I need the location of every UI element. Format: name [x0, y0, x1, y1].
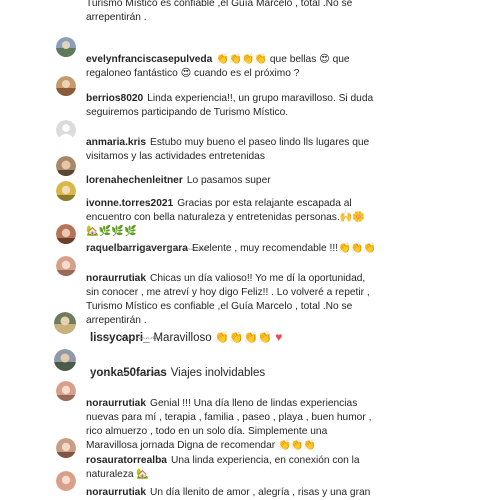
comment-body: berrios8020 Linda experiencia!!, un grupo…	[86, 78, 386, 120]
comment-text: Maravilloso 👏👏👏👏	[153, 332, 276, 344]
comment-text: Exelente , muy recomendable !!!👏👏👏	[191, 243, 377, 254]
avatar[interactable]	[56, 37, 76, 57]
comment-text: Un día llenito de amor , alegría , risas…	[150, 487, 371, 498]
comment-body: yonka50farias Viajes inolvidables	[90, 351, 390, 381]
comment-username[interactable]: ivonne.torres2021	[86, 198, 173, 209]
comment-body: evelynfranciscasepulveda 👏👏👏👏 que bellas …	[86, 39, 386, 81]
comment-username[interactable]: noraurrutiak	[86, 487, 146, 498]
comment-text: Viajes inolvidables	[170, 367, 266, 379]
avatar[interactable]	[54, 312, 76, 334]
avatar[interactable]	[56, 256, 76, 276]
avatar[interactable]	[56, 120, 76, 140]
heart-emoji: ♥	[275, 330, 283, 344]
comment-body: lissycapri_ Maravilloso 👏👏👏👏 ♥	[90, 315, 390, 346]
avatar[interactable]	[54, 349, 76, 371]
avatar[interactable]	[56, 471, 76, 491]
comment-username[interactable]: noraurrutiak	[86, 398, 146, 409]
comment-username[interactable]: anmaria.kris	[86, 137, 146, 148]
avatar[interactable]	[56, 156, 76, 176]
comment-meta: 1 sem · Responder	[90, 334, 163, 339]
avatar[interactable]	[56, 76, 76, 96]
avatar[interactable]	[56, 381, 76, 401]
comment-username[interactable]: noraurrutiak	[86, 273, 146, 284]
avatar[interactable]	[56, 224, 76, 244]
avatar[interactable]	[56, 438, 76, 458]
comment-meta: 1 sem · 1 Me gusta · Responder	[86, 245, 208, 250]
comment-username[interactable]: evelynfranciscasepulveda	[86, 54, 212, 65]
avatar[interactable]	[56, 181, 76, 201]
comment-body: noraurrutiak Un día llenito de amor , ale…	[86, 472, 386, 500]
comment-text-continued: Turismo Místico es confiable ,el Guía Ma…	[86, 0, 353, 23]
comment-username[interactable]: rosauratorrealba	[86, 455, 167, 466]
comment-username[interactable]: berrios8020	[86, 93, 143, 104]
comment-body: raquelbarrigavergara Exelente , muy recom…	[86, 228, 386, 256]
comment-body: anmaria.kris Estubo muy bueno el paseo li…	[86, 122, 386, 164]
comment-meta: 1 sem · Responder	[90, 370, 163, 375]
